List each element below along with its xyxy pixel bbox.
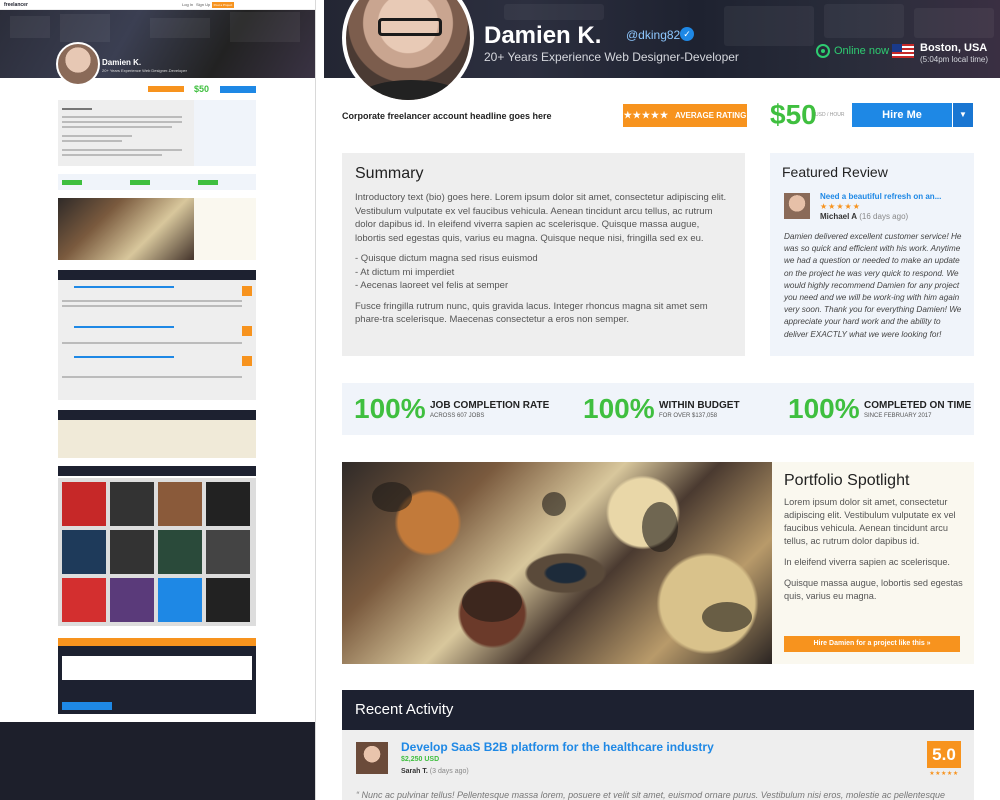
review-text: Damien delivered excellent customer serv… bbox=[784, 232, 962, 339]
us-flag-icon bbox=[892, 44, 914, 58]
featured-review-title: Featured Review bbox=[782, 164, 888, 180]
thumb-logo[interactable]: freelancer bbox=[4, 2, 28, 8]
recent-activity-header: Recent Activity bbox=[342, 690, 974, 730]
online-status-icon bbox=[816, 44, 830, 58]
thumb-avatar bbox=[56, 42, 100, 86]
review-stars-icon: ★★★★★ bbox=[820, 202, 861, 211]
portfolio-description: Portfolio Spotlight Lorem ipsum dolor si… bbox=[784, 472, 966, 611]
stat-label: JOB COMPLETION RATE bbox=[430, 400, 550, 411]
thumb-navbar: freelancer Log In Sign Up Post a Project bbox=[0, 0, 315, 10]
verified-icon: ✓ bbox=[680, 27, 694, 41]
thumb-contact-form bbox=[58, 646, 256, 714]
thumb-portfolio-spotlight bbox=[58, 198, 256, 260]
thumb-recent-activity bbox=[58, 280, 256, 400]
summary-bullets: - Quisque dictum magna sed risus euismod… bbox=[355, 252, 732, 293]
rating-label: AVERAGE RATING bbox=[675, 111, 747, 120]
stat-label: COMPLETED ON TIME bbox=[864, 400, 972, 411]
thumb-contact-header bbox=[58, 638, 256, 646]
profile-name: Damien K. bbox=[484, 22, 602, 49]
profile-page: Damien K. @dking82 ✓ 20+ Years Experienc… bbox=[324, 0, 1000, 800]
rating-stars-icon: ★★★★★ bbox=[623, 110, 670, 120]
review-time: (16 days ago) bbox=[857, 212, 909, 221]
profile-avatar bbox=[342, 0, 474, 104]
profile-local-time: (5:04pm local time) bbox=[920, 55, 989, 64]
activity-budget: $2,250 USD bbox=[401, 756, 440, 763]
portfolio-title: Portfolio Spotlight bbox=[784, 472, 910, 489]
thumb-summary bbox=[58, 100, 256, 166]
activity-author: Sarah T. (3 days ago) bbox=[401, 768, 469, 775]
price-unit: USD / HOUR bbox=[815, 112, 845, 118]
summary-bullet: - Aecenas laoreet vel felis at semper bbox=[355, 280, 509, 291]
stat-label: WITHIN BUDGET bbox=[659, 400, 740, 411]
portfolio-image[interactable] bbox=[342, 462, 772, 664]
featured-review-panel: Featured Review Need a beautiful refresh… bbox=[770, 153, 974, 356]
average-rating-button[interactable]: ★★★★★ AVERAGE RATING bbox=[623, 104, 747, 127]
summary-title: Summary bbox=[355, 165, 424, 182]
portfolio-p1: Lorem ipsum dolor sit amet, consectetur … bbox=[784, 497, 956, 546]
client-avatar bbox=[356, 742, 388, 774]
thumb-footer bbox=[0, 722, 315, 800]
activity-project-link[interactable]: Develop SaaS B2B platform for the health… bbox=[401, 740, 714, 754]
online-status: Online now bbox=[834, 45, 890, 57]
stat-sub: SINCE FEBRUARY 2017 bbox=[864, 413, 932, 419]
page-thumbnail: freelancer Log In Sign Up Post a Project… bbox=[0, 0, 316, 800]
thumb-stats bbox=[58, 174, 256, 190]
thumb-skills bbox=[58, 420, 256, 458]
summary-intro: Introductory text (bio) goes here. Lorem… bbox=[355, 192, 727, 244]
thumb-name: Damien K. bbox=[102, 58, 142, 67]
thumb-price: $50 bbox=[194, 84, 210, 94]
stat-percent: 100% bbox=[788, 393, 860, 424]
stat-sub: FOR OVER $137,058 bbox=[659, 413, 718, 419]
stats-bar: 100% JOB COMPLETION RATE ACROSS 607 JOBS… bbox=[342, 383, 974, 435]
portfolio-p2: In eleifend viverra sapien ac scelerisqu… bbox=[784, 557, 950, 567]
account-headline: Corporate freelancer account headline go… bbox=[342, 111, 552, 121]
stat-percent: 100% bbox=[583, 393, 655, 424]
thumb-rating-button[interactable] bbox=[148, 86, 184, 92]
hire-me-button[interactable]: Hire Me bbox=[852, 103, 952, 127]
summary-bullet: - Quisque dictum magna sed risus euismod bbox=[355, 253, 538, 264]
portfolio-spotlight-panel: Portfolio Spotlight Lorem ipsum dolor si… bbox=[342, 462, 974, 664]
thumb-login-link[interactable]: Log In bbox=[182, 2, 193, 7]
profile-tagline: 20+ Years Experience Web Designer-Develo… bbox=[484, 50, 739, 64]
summary-bullet: - At dictum mi imperdiet bbox=[355, 266, 455, 278]
hire-for-project-button[interactable]: Hire Damien for a project like this » bbox=[784, 636, 960, 652]
stat-sub: ACROSS 607 JOBS bbox=[430, 413, 485, 419]
thumb-signup-link[interactable]: Sign Up bbox=[196, 2, 210, 7]
activity-item: Develop SaaS B2B platform for the health… bbox=[342, 730, 974, 800]
review-author: Michael A (16 days ago) bbox=[820, 212, 909, 221]
thumb-tagline: 20+ Years Experience Web Designer-Develo… bbox=[102, 68, 187, 73]
thumb-portfolio-header bbox=[58, 466, 256, 476]
stat-percent: 100% bbox=[354, 393, 426, 424]
portfolio-p3: Quisque massa augue, lobortis sed egesta… bbox=[784, 578, 963, 601]
thumb-hire-button[interactable] bbox=[220, 86, 256, 93]
activity-score-badge: 5.0 bbox=[927, 741, 961, 768]
profile-location: Boston, USA bbox=[920, 42, 988, 54]
profile-handle[interactable]: @dking82 bbox=[626, 28, 680, 42]
review-project-link[interactable]: Need a beautiful refresh on an... bbox=[820, 192, 941, 201]
summary-panel: Summary Introductory text (bio) goes her… bbox=[342, 153, 745, 356]
thumb-recent-activity-header bbox=[58, 270, 256, 280]
hire-dropdown-chevron-icon[interactable]: ▼ bbox=[953, 103, 973, 127]
hourly-price: $50 bbox=[770, 99, 817, 130]
reviewer-avatar bbox=[784, 193, 810, 219]
activity-stars-icon: ★★★★★ bbox=[929, 771, 959, 777]
thumb-skills-header bbox=[58, 410, 256, 420]
activity-quote: “ Nunc ac pulvinar tellus! Pellentesque … bbox=[356, 790, 945, 800]
avatar-glasses bbox=[378, 18, 442, 36]
thumb-post-project-button[interactable]: Post a Project bbox=[212, 2, 234, 8]
activity-time: (3 days ago) bbox=[427, 768, 469, 775]
thumb-portfolio-grid bbox=[58, 478, 256, 626]
summary-outro: Fusce fringilla rutrum nunc, quis gravid… bbox=[355, 300, 708, 326]
